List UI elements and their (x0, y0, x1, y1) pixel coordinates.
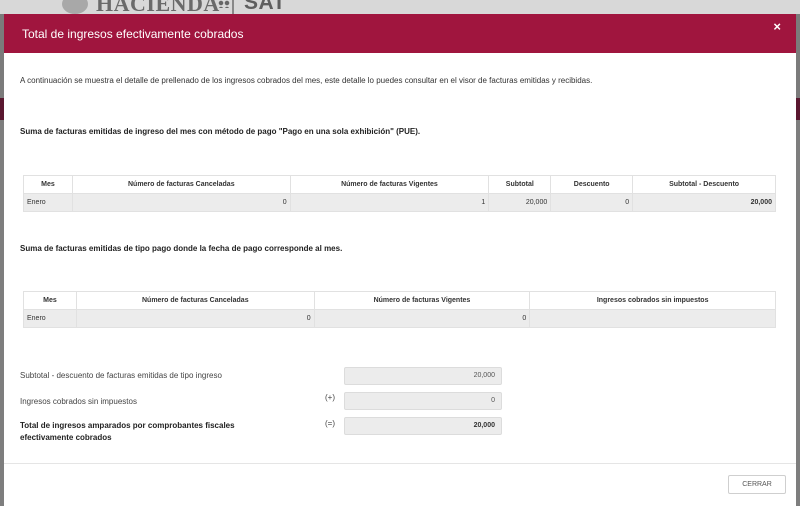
cell-mes: Enero (23, 309, 77, 328)
hacienda-logo: HACIENDA (96, 0, 220, 14)
total-field: 20,000 (344, 417, 502, 435)
section-pago-title: Suma de facturas emitidas de tipo pago d… (20, 244, 343, 253)
col-vigentes: Número de facturas Vigentes (313, 291, 531, 310)
sat-dots-icon (218, 0, 230, 8)
col-subtotal-descuento: Subtotal - Descuento (632, 175, 776, 194)
table-header-row: Mes Número de facturas Canceladas Número… (23, 175, 776, 194)
subtotal-field: 20,000 (344, 367, 502, 385)
col-canceladas: Número de facturas Canceladas (71, 175, 291, 194)
plus-operator: (+) (325, 393, 335, 402)
coat-of-arms-icon (62, 0, 88, 14)
cell-canceladas: 0 (71, 193, 291, 212)
subtotal-label: Subtotal - descuento de facturas emitida… (20, 371, 222, 380)
col-descuento: Descuento (550, 175, 634, 194)
ingresos-modal: Total de ingresos efectivamente cobrados… (4, 14, 796, 506)
logo-divider (232, 0, 234, 14)
col-ingresos-sin-impuestos: Ingresos cobrados sin impuestos (529, 291, 776, 310)
total-label: Total de ingresos amparados por comproba… (20, 421, 235, 442)
col-mes: Mes (23, 175, 73, 194)
cell-subtotal-descuento: 20,000 (632, 193, 776, 212)
intro-text: A continuación se muestra el detalle de … (20, 76, 593, 85)
table-row: Enero 0 0 (23, 309, 776, 328)
equals-operator: (=) (325, 419, 335, 428)
footer-divider (4, 463, 796, 464)
cell-subtotal: 20,000 (488, 193, 552, 212)
table-row: Enero 0 1 20,000 0 20,000 (23, 193, 776, 212)
modal-title: Total de ingresos efectivamente cobrados (22, 27, 244, 41)
ingresos-label: Ingresos cobrados sin impuestos (20, 397, 137, 406)
col-vigentes: Número de facturas Vigentes (289, 175, 490, 194)
col-canceladas: Número de facturas Canceladas (75, 291, 315, 310)
col-subtotal: Subtotal (488, 175, 552, 194)
col-mes: Mes (23, 291, 77, 310)
cell-ingresos-sin-impuestos (529, 309, 776, 328)
pago-table: Mes Número de facturas Canceladas Número… (23, 291, 776, 328)
cerrar-button[interactable]: CERRAR (728, 475, 786, 494)
cell-mes: Enero (23, 193, 73, 212)
cell-descuento: 0 (550, 193, 634, 212)
cell-canceladas: 0 (75, 309, 315, 328)
ingresos-field: 0 (344, 392, 502, 410)
cell-vigentes: 0 (313, 309, 531, 328)
table-header-row: Mes Número de facturas Canceladas Número… (23, 291, 776, 310)
cell-vigentes: 1 (289, 193, 490, 212)
close-icon[interactable]: × (773, 19, 781, 34)
section-pue-title: Suma de facturas emitidas de ingreso del… (20, 127, 421, 136)
sat-logo: SAT (244, 0, 286, 14)
pue-table: Mes Número de facturas Canceladas Número… (23, 175, 776, 212)
modal-header: Total de ingresos efectivamente cobrados… (4, 14, 796, 53)
portal-header: HACIENDA SAT (0, 0, 800, 14)
